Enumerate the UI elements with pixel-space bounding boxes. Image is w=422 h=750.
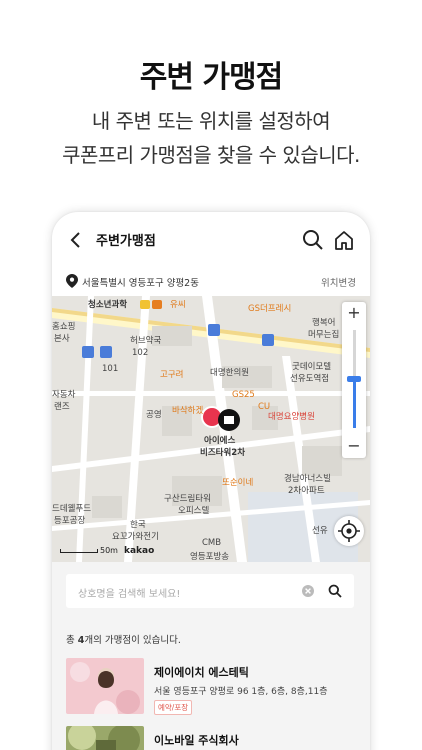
map-label: 요꼬가와전기 (112, 532, 159, 542)
location-bar: 서울특별시 영등포구 양평2동 위치변경 (52, 268, 370, 296)
map-label: 자동차 (52, 390, 76, 400)
map-label: 101 (102, 364, 119, 374)
map-label: 공영 (146, 410, 162, 420)
scale-bar (60, 548, 98, 553)
map-label: 머무는집 (308, 330, 340, 340)
search-placeholder: 상호명을 검색해 보세요! (78, 589, 181, 600)
map-label: 102 (132, 348, 149, 358)
map-pin-icon (66, 274, 78, 288)
clear-icon[interactable] (302, 585, 314, 597)
zoom-slider-fill (353, 379, 356, 428)
map-label: 본사 (54, 334, 70, 344)
map-label: 영등포방송 (190, 552, 230, 562)
map-label: 2차아파트 (288, 486, 325, 496)
map-label: 행복어 (312, 318, 336, 328)
store-name: 이노바일 주식회사 (154, 734, 239, 747)
store-map[interactable]: 청소년과학 유씨 GS더프레시 행복어 머무는집 홈쇼핑 본사 허브약국 102… (52, 296, 370, 562)
map-label: 아이에스 (204, 436, 236, 446)
map-label: 대명요양병원 (268, 412, 315, 422)
map-label: 유씨 (170, 300, 186, 310)
hero-subtitle-line2: 쿠폰프리 가맹점을 찾을 수 있습니다. (62, 143, 360, 167)
map-label: GS25 (232, 390, 255, 400)
store-thumbnail (66, 726, 144, 750)
store-search-field[interactable]: 상호명을 검색해 보세요! (66, 574, 354, 608)
hero-title: 주변 가맹점 (139, 60, 283, 95)
zoom-out-button[interactable]: − (342, 436, 366, 458)
map-label: 비즈타워2차 (200, 448, 246, 458)
store-address: 서울 영등포구 양평로 96 1층, 6층, 8층,11층 (154, 687, 328, 697)
hero-subtitle-line1: 내 주변 또는 위치를 설정하여 (91, 109, 331, 133)
zoom-slider-handle[interactable] (347, 376, 361, 382)
map-label: 바삭하겠 (172, 406, 204, 416)
map-label: 선유도역점 (290, 374, 330, 384)
store-name: 제이에이치 에스테틱 (154, 666, 249, 679)
result-count-suffix: 개의 가맹점이 있습니다. (84, 635, 181, 646)
zoom-in-button[interactable]: + (342, 302, 366, 324)
store-tag-badge: 예약/포장 (154, 700, 193, 715)
chevron-left-icon[interactable] (66, 230, 86, 250)
map-scale: 50m kakao (60, 546, 154, 556)
store-thumbnail (66, 658, 144, 714)
map-label: 한국 (130, 520, 146, 530)
map-label: 청소년과학 (88, 300, 128, 310)
result-count: 총 4개의 가맹점이 있습니다. (66, 632, 181, 646)
map-label: GS더프레시 (248, 304, 292, 314)
map-label: 구산드림타워 (164, 494, 211, 504)
search-icon[interactable] (302, 229, 324, 251)
store-list-item[interactable]: 제이에이치 에스테틱 서울 영등포구 양평로 96 1층, 6층, 8층,11층… (66, 658, 356, 718)
map-label: 또순이네 (222, 478, 254, 488)
phone-frame: 주변가맹점 서울특별시 영등포구 양평2동 위치변경 청소년과학 유씨 GS더프… (52, 212, 370, 750)
map-label: 고구려 (160, 370, 184, 380)
map-label: 오피스텔 (178, 506, 210, 516)
map-label: 등포공장 (54, 516, 86, 526)
current-location-icon[interactable] (334, 516, 364, 546)
map-label: 대명한의원 (210, 368, 250, 378)
app-header: 주변가맹점 (52, 212, 370, 268)
map-brand-logo: kakao (123, 546, 155, 556)
map-label: 랜즈 (54, 402, 70, 412)
result-count-prefix: 총 (66, 635, 78, 646)
map-label: 굿데이모텔 (292, 362, 332, 372)
store-list-panel: 상호명을 검색해 보세요! 총 4개의 가맹점이 있습니다. 제이에이치 에스테… (52, 562, 370, 750)
store-list-item[interactable]: 이노바일 주식회사 (66, 726, 356, 750)
map-label: 드데웰푸드 (52, 504, 92, 514)
current-address: 서울특별시 영등포구 양평2동 (82, 278, 199, 289)
change-location-button[interactable]: 위치변경 (321, 275, 356, 289)
search-icon[interactable] (328, 584, 342, 598)
scale-label: 50m (100, 546, 118, 555)
home-icon[interactable] (333, 229, 355, 251)
hero-subtitle: 내 주변 또는 위치를 설정하여 쿠폰프리 가맹점을 찾을 수 있습니다. (0, 104, 422, 172)
map-label: 선유 (312, 526, 328, 536)
map-label: 홈쇼핑 (52, 322, 76, 332)
map-label: 허브약국 (130, 336, 162, 346)
page-title: 주변가맹점 (96, 234, 156, 249)
zoom-control: + − (342, 302, 366, 458)
map-label: 경남아너스빌 (284, 474, 331, 484)
map-label: CMB (202, 538, 222, 548)
